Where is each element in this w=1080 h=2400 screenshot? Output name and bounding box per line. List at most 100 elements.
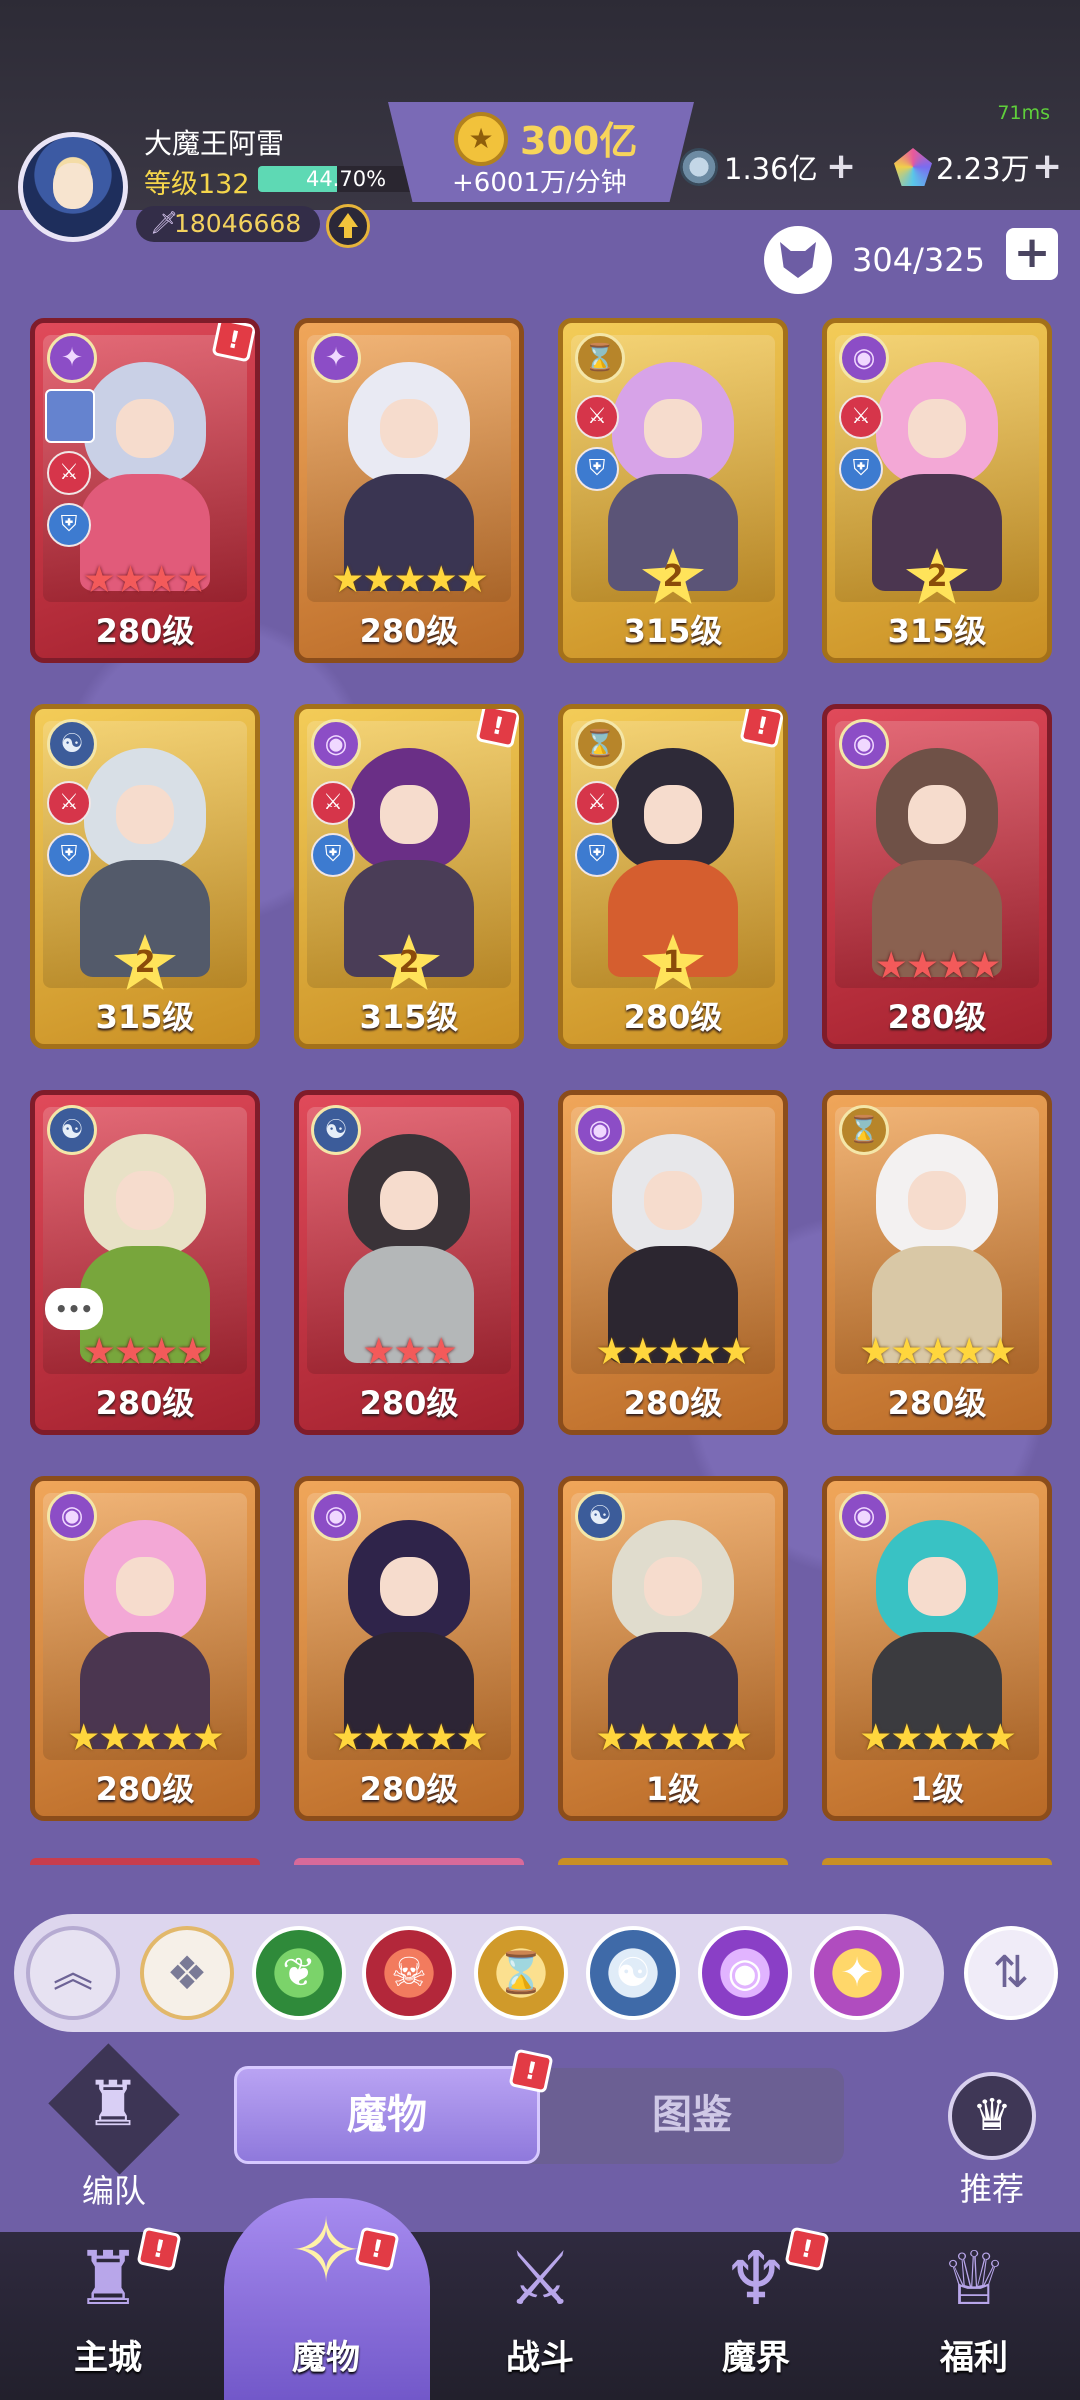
monster-card[interactable]: ◉ ★★★★ 280级 xyxy=(822,704,1052,1049)
player-avatar[interactable] xyxy=(18,132,128,242)
monster-level: 280级 xyxy=(359,612,459,650)
upgrade-arrow-button[interactable] xyxy=(326,204,370,248)
star-rating: ★★★★★ xyxy=(331,1716,489,1759)
portrait-face xyxy=(380,399,438,458)
player-level: 等级132 xyxy=(144,169,250,200)
nav-icon-4[interactable]: ♕ xyxy=(915,2224,1033,2334)
eye-faction-icon: ◉ xyxy=(839,333,889,383)
filter-demon-button[interactable]: ☠ xyxy=(362,1926,456,2020)
filter-time-button[interactable]: ⌛ xyxy=(474,1926,568,2020)
formation-label[interactable]: 编队 xyxy=(46,2166,182,2212)
monster-level: 315级 xyxy=(95,998,195,1036)
gem-add-button[interactable]: + xyxy=(1032,146,1062,188)
time-faction-icon: ⌛ xyxy=(496,1950,546,1996)
nav-icon-2[interactable]: ⚔ xyxy=(481,2224,599,2334)
monster-card[interactable]: ◉ ★★★★★ 280级 xyxy=(558,1090,788,1435)
monster-card[interactable]: ⌛ ⚔ ⛨ 2 315级 xyxy=(558,318,788,663)
nature-faction-icon: ❦ xyxy=(282,1950,316,1996)
sort-button[interactable] xyxy=(964,1926,1058,2020)
monster-card-grid[interactable]: ✦ ⚔ ⛨ ★★★★ 280级! ✦ ★★★★★ 280级 ⌛ ⚔ ⛨ 2 315级 ◉ ⚔ ⛨ 2 315级 ☯ ⚔… xyxy=(0,300,1080,1865)
monster-level: 280级 xyxy=(95,612,195,650)
next-row-card-edge xyxy=(822,1858,1052,1865)
collapse-filters-button[interactable] xyxy=(26,1926,120,2020)
star-rating: ★★★★★ xyxy=(67,1716,225,1759)
star-rating: ★★★★★ xyxy=(859,1716,1017,1759)
star-rating: ★★★ xyxy=(362,1330,458,1373)
player-name: 大魔王阿雷 xyxy=(144,127,285,160)
monster-card[interactable]: ✦ ⚔ ⛨ ★★★★ 280级! xyxy=(30,318,260,663)
eye-faction-icon: ◉ xyxy=(311,1491,361,1541)
dragon-faction-icon: ☯ xyxy=(47,719,97,769)
monster-level: 280级 xyxy=(95,1770,195,1808)
defense-role-icon: ⛨ xyxy=(839,447,883,491)
nav-label-1[interactable]: 魔物 xyxy=(236,2330,416,2379)
monster-card[interactable]: ◉ ★★★★★ 280级 xyxy=(30,1476,260,1821)
defense-role-icon: ⛨ xyxy=(47,833,91,877)
portrait-face xyxy=(908,1171,966,1230)
portrait-face xyxy=(116,785,174,844)
dragon-faction-icon: ☯ xyxy=(575,1491,625,1541)
tab-monsters[interactable]: 魔物 xyxy=(234,2066,540,2164)
eye-faction-icon: ◉ xyxy=(839,1491,889,1541)
dragon-faction-icon: ☯ xyxy=(615,1950,651,1996)
filter-nature-button[interactable]: ❦ xyxy=(252,1926,346,2020)
eye-faction-icon: ◉ xyxy=(575,1105,625,1155)
time-faction-icon: ⌛ xyxy=(575,719,625,769)
filter-all-button[interactable] xyxy=(140,1926,234,2020)
monster-card[interactable]: ⌛ ⚔ ⛨ 1 280级! xyxy=(558,704,788,1049)
combat-power-value: 18046668 xyxy=(174,209,302,238)
recommend-label[interactable]: 推荐 xyxy=(938,2164,1046,2210)
monster-level: 280级 xyxy=(887,998,987,1036)
diamond-add-button[interactable]: + xyxy=(826,146,856,188)
next-row-card-edge xyxy=(294,1858,524,1865)
monster-card[interactable]: ◉ ⚔ ⛨ 2 315级! xyxy=(294,704,524,1049)
portrait-face xyxy=(908,399,966,458)
filter-eye-button[interactable]: ◉ xyxy=(698,1926,792,2020)
portrait-face xyxy=(380,1171,438,1230)
monster-card[interactable]: ☯ ••• ★★★★ 280级 xyxy=(30,1090,260,1435)
nav-label-4[interactable]: 福利 xyxy=(884,2330,1064,2379)
attack-role-icon: ⚔ xyxy=(575,781,619,825)
recommend-icon[interactable] xyxy=(948,2072,1036,2160)
time-faction-icon: ⌛ xyxy=(575,333,625,383)
demon-faction-icon: ☠ xyxy=(391,1950,427,1996)
monster-card[interactable]: ☯ ★★★★★ 1级 xyxy=(558,1476,788,1821)
monster-level: 280级 xyxy=(359,1384,459,1422)
defense-role-icon: ⛨ xyxy=(575,447,619,491)
monster-card[interactable]: ◉ ★★★★★ 1级 xyxy=(822,1476,1052,1821)
portrait-face xyxy=(908,785,966,844)
filter-dragon-button[interactable]: ☯ xyxy=(586,1926,680,2020)
star-rating: ★★★★★ xyxy=(595,1716,753,1759)
defense-role-icon: ⛨ xyxy=(47,503,91,547)
nav-label-2[interactable]: 战斗 xyxy=(450,2330,630,2379)
attack-role-icon: ⚔ xyxy=(47,451,91,495)
formation-icon[interactable]: ♜ xyxy=(78,2064,148,2144)
gem-amount: 2.23万 xyxy=(936,152,1030,186)
attack-role-icon: ⚔ xyxy=(311,781,355,825)
nav-label-0[interactable]: 主城 xyxy=(18,2330,198,2379)
avatar-face xyxy=(53,163,93,209)
roster-capacity-icon xyxy=(764,226,832,294)
monster-level: 280级 xyxy=(623,998,723,1036)
monster-card[interactable]: ✦ ★★★★★ 280级 xyxy=(294,318,524,663)
chaos-faction-icon: ✦ xyxy=(47,333,97,383)
nav-notification-icon: ! xyxy=(784,2226,830,2272)
monster-level: 280级 xyxy=(95,1384,195,1422)
nav-label-3[interactable]: 魔界 xyxy=(666,2330,846,2379)
sword-icon: 🗡 xyxy=(150,211,178,236)
monster-card[interactable]: ☯ ⚔ ⛨ 2 315级 xyxy=(30,704,260,1049)
nav-notification-icon: ! xyxy=(136,2226,182,2272)
expand-roster-button[interactable]: + xyxy=(1006,228,1058,280)
monster-card[interactable]: ◉ ⚔ ⛨ 2 315级 xyxy=(822,318,1052,663)
filter-chaos-button[interactable]: ✦ xyxy=(810,1926,904,2020)
monster-card[interactable]: ◉ ★★★★★ 280级 xyxy=(294,1476,524,1821)
star-rating: ★★★★★ xyxy=(859,1330,1017,1373)
attack-role-icon: ⚔ xyxy=(575,395,619,439)
tab-codex[interactable]: 图鉴 xyxy=(540,2066,844,2164)
defense-role-icon: ⛨ xyxy=(311,833,355,877)
tab-monsters-notification-icon: ! xyxy=(508,2048,554,2094)
chaos-faction-icon: ✦ xyxy=(840,1950,874,1996)
monster-card[interactable]: ⌛ ★★★★★ 280级 xyxy=(822,1090,1052,1435)
monster-card[interactable]: ☯ ★★★ 280级 xyxy=(294,1090,524,1435)
gold-amount: 300亿 xyxy=(520,119,638,163)
